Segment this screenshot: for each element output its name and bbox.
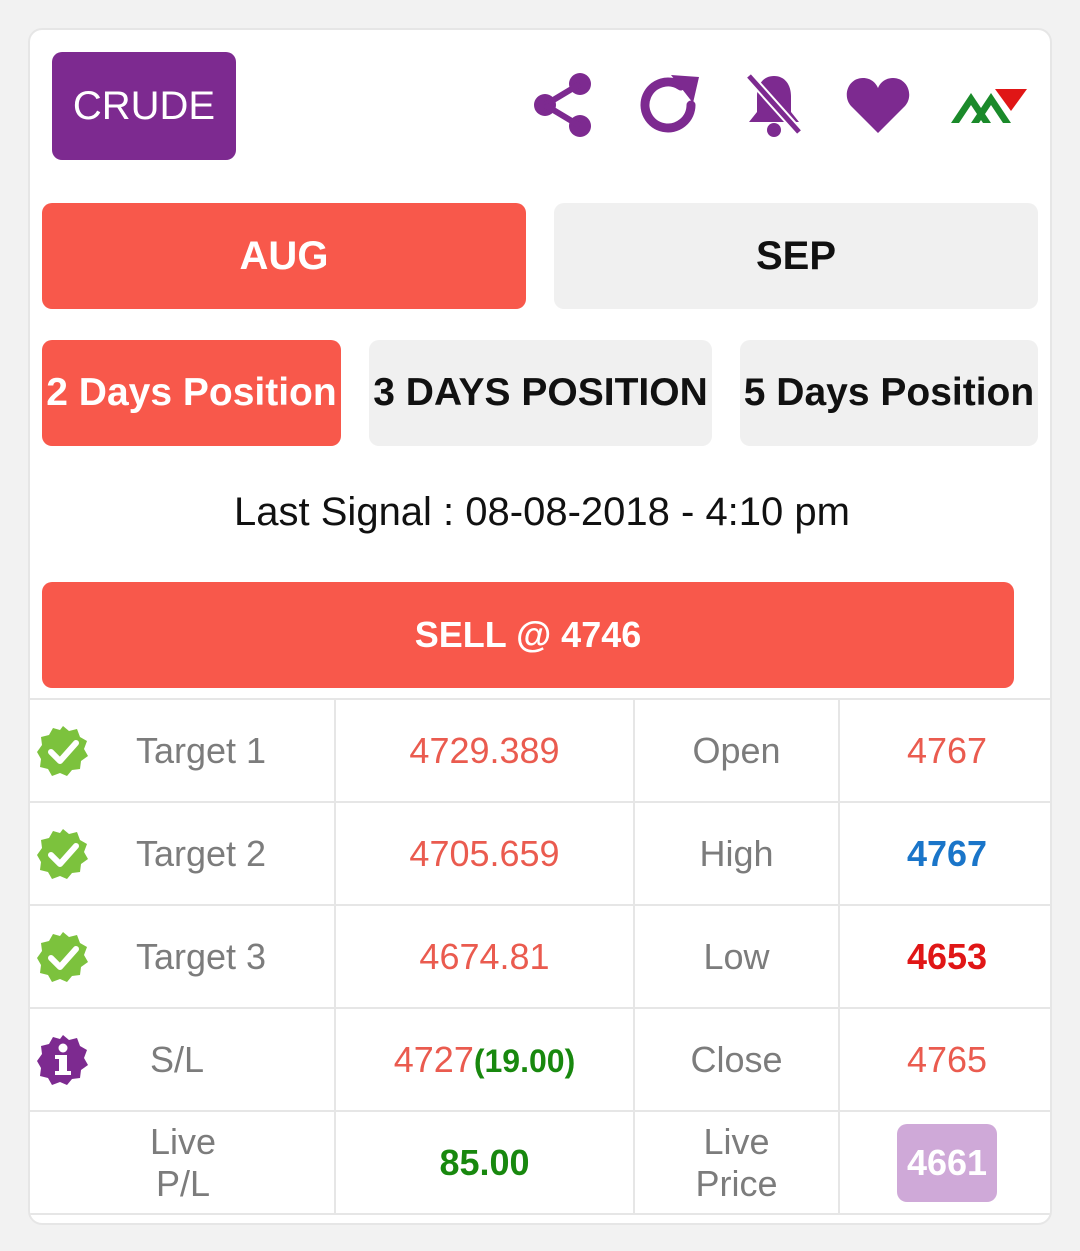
low-value: 4653 [838, 904, 1050, 1009]
stoploss-value: 4727 [393, 1038, 474, 1080]
target-label: Target 1 [135, 729, 267, 771]
tab-3-days-position[interactable]: 3 DAYS POSITION [369, 340, 712, 446]
target-label: Target 3 [135, 935, 267, 977]
stoploss-diff: (19.00) [473, 1042, 576, 1079]
table-row: Target 3 4674.81 Low 4653 [30, 904, 1050, 1009]
check-badge-icon [37, 931, 88, 982]
sell-signal-button[interactable]: SELL @ 4746 [42, 582, 1014, 688]
tab-month-sep[interactable]: SEP [554, 203, 1038, 309]
open-value: 4767 [838, 698, 1050, 803]
tab-5-days-position[interactable]: 5 Days Position [740, 340, 1038, 446]
check-badge-icon [37, 828, 88, 879]
logo-icon [948, 70, 1028, 140]
tab-5-days-label: 5 Days Position [743, 371, 1035, 414]
live-pl-label-line2: P/L [155, 1162, 211, 1204]
target-value: 4674.81 [334, 904, 635, 1009]
tab-3-days-label: 3 DAYS POSITION [373, 371, 708, 414]
live-pl-label-line1: Live [149, 1120, 217, 1162]
signal-card: CRUDE AUG SEP 2 Days Position 3 DAYS POS… [28, 28, 1052, 1225]
target-label: Target 2 [135, 832, 267, 874]
table-row: Target 2 4705.659 High 4767 [30, 801, 1050, 906]
target-value: 4705.659 [334, 801, 635, 906]
bell-off-icon[interactable] [742, 70, 806, 140]
close-value: 4765 [838, 1007, 1050, 1112]
target-label-cell: Target 1 [30, 698, 336, 803]
tab-2-days-position[interactable]: 2 Days Position [42, 340, 341, 446]
target-value: 4729.389 [334, 698, 635, 803]
tab-month-aug[interactable]: AUG [42, 203, 526, 309]
table-row: S/L 4727(19.00) Close 4765 [30, 1007, 1050, 1112]
target-label-cell: Target 2 [30, 801, 336, 906]
last-signal-text: Last Signal : 08-08-2018 - 4:10 pm [234, 490, 850, 534]
low-label: Low [633, 904, 840, 1009]
live-price-label: Live Price [633, 1110, 840, 1215]
info-badge-icon[interactable] [36, 1033, 90, 1087]
stoploss-label: S/L [149, 1038, 205, 1080]
live-price-label-line1: Live [703, 1120, 770, 1162]
high-value: 4767 [838, 801, 1050, 906]
live-pl-label: Live P/L [30, 1110, 336, 1215]
tab-month-sep-label: SEP [755, 233, 837, 278]
targets-table: Target 1 4729.389 Open 4767 Target 2 470… [30, 698, 1050, 1215]
open-label: Open [633, 698, 840, 803]
table-row: Target 1 4729.389 Open 4767 [30, 698, 1050, 803]
stoploss-label-cell: S/L [30, 1007, 336, 1112]
table-row: Live P/L 85.00 Live Price 4661 [30, 1110, 1050, 1215]
share-icon[interactable] [530, 70, 596, 140]
close-label: Close [633, 1007, 840, 1112]
check-badge-icon [37, 725, 88, 776]
live-pl-value: 85.00 [334, 1110, 635, 1215]
stoploss-value-cell: 4727(19.00) [334, 1007, 635, 1112]
live-price-cell: 4661 [838, 1110, 1050, 1215]
target-label-cell: Target 3 [30, 904, 336, 1009]
tab-month-aug-label: AUG [239, 233, 329, 278]
heart-icon[interactable] [844, 70, 912, 140]
live-price-label-line2: Price [695, 1162, 778, 1204]
refresh-icon[interactable] [634, 70, 704, 140]
tab-2-days-label: 2 Days Position [46, 371, 337, 414]
symbol-badge[interactable]: CRUDE [52, 52, 236, 160]
live-price-badge: 4661 [897, 1123, 997, 1202]
high-label: High [633, 801, 840, 906]
